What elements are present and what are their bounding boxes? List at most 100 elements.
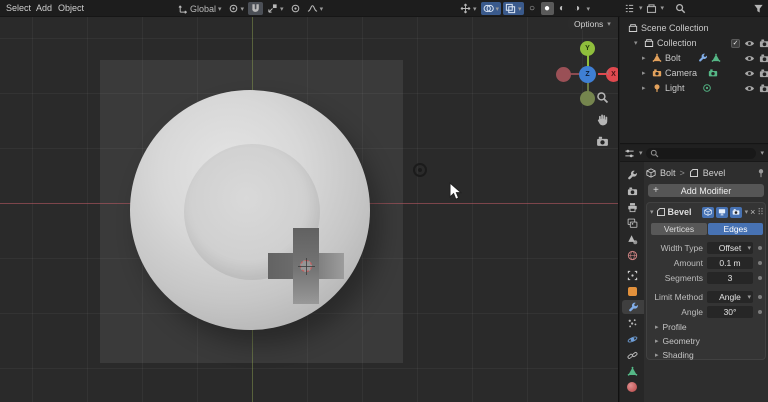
tab-output[interactable] <box>622 200 642 214</box>
pin-icon[interactable] <box>756 168 766 178</box>
gizmo-axis-y-ball[interactable]: Y <box>580 41 595 56</box>
falloff-dropdown[interactable]: ▾ <box>305 2 326 15</box>
tab-particles[interactable] <box>622 316 642 330</box>
edit-mode-display-toggle[interactable] <box>702 207 714 218</box>
show-gizmo-dropdown[interactable]: ▾ <box>458 2 479 15</box>
zoom-tool-icon[interactable] <box>596 91 609 104</box>
menu-object[interactable]: Object <box>52 0 90 17</box>
xray-toggle[interactable]: ▾ <box>503 2 524 15</box>
segments-field[interactable]: 3 <box>707 272 753 284</box>
tab-world[interactable] <box>622 248 642 262</box>
render-display-toggle[interactable] <box>730 207 742 218</box>
angle-row: Angle 30° <box>649 305 765 318</box>
search-icon <box>650 149 659 158</box>
affect-edges-button[interactable]: Edges <box>708 223 763 235</box>
tab-tool[interactable] <box>622 168 642 182</box>
properties-editor-icon[interactable] <box>624 148 635 159</box>
breadcrumb-object[interactable]: Bolt <box>660 168 676 178</box>
width-type-dropdown[interactable]: Offset ▾ <box>707 242 753 254</box>
camera-render-icon[interactable] <box>759 38 768 49</box>
display-mode-icon[interactable] <box>646 3 657 14</box>
show-overlays-toggle[interactable]: ▾ <box>481 2 502 15</box>
magnet-icon <box>250 3 261 14</box>
close-icon[interactable]: × <box>750 207 755 217</box>
plus-icon: + <box>653 185 659 196</box>
camera-view-icon[interactable] <box>596 135 609 148</box>
modifier-name[interactable]: Bevel <box>668 207 692 217</box>
tab-object-properties[interactable] <box>622 284 642 298</box>
camera-render-icon[interactable] <box>759 68 768 79</box>
breadcrumb-modifier[interactable]: Bevel <box>703 168 726 178</box>
outliner-row-bolt[interactable]: ▸ Bolt <box>642 51 721 65</box>
animate-dot[interactable] <box>758 261 762 265</box>
breadcrumb: Bolt > Bevel <box>646 167 766 179</box>
tab-constraints[interactable] <box>622 348 642 362</box>
tab-modifiers[interactable] <box>622 300 644 314</box>
tab-physics[interactable] <box>622 332 642 346</box>
expand-arrow-icon[interactable]: ▸ <box>642 54 649 62</box>
snap-toggle[interactable] <box>248 2 263 15</box>
light-object[interactable] <box>413 163 427 177</box>
snap-with-dropdown[interactable]: ▾ <box>265 2 286 15</box>
gizmo-axis-neg-x-ball[interactable] <box>556 67 571 82</box>
add-modifier-button[interactable]: + Add Modifier <box>648 184 764 197</box>
tab-material[interactable] <box>622 380 642 394</box>
limit-method-dropdown[interactable]: Angle ▾ <box>707 291 753 303</box>
animate-dot[interactable] <box>758 276 762 280</box>
eye-icon[interactable] <box>744 68 755 79</box>
pan-hand-icon[interactable] <box>596 113 609 126</box>
camera-render-icon[interactable] <box>759 53 768 64</box>
eye-icon[interactable] <box>744 83 755 94</box>
shading-material-button[interactable]: ◐ <box>556 2 569 15</box>
expand-arrow-icon[interactable]: ▸ <box>642 84 649 92</box>
expand-arrow-icon[interactable]: ▸ <box>642 69 649 77</box>
realtime-display-toggle[interactable] <box>716 207 728 218</box>
tab-object[interactable] <box>622 268 642 282</box>
outliner-row-collection[interactable]: ▾ Collection <box>634 36 697 50</box>
eye-icon[interactable] <box>744 38 755 49</box>
animate-dot[interactable] <box>758 246 762 250</box>
drag-handle-icon[interactable]: ⠿ <box>757 207 763 218</box>
tab-scene[interactable] <box>622 232 642 246</box>
collection-checkbox[interactable]: ✓ <box>731 39 740 48</box>
sidebar-collapse-arrow[interactable]: ‹ <box>606 67 609 78</box>
bolt-object[interactable] <box>130 90 370 330</box>
shading-solid-button[interactable]: ● <box>541 2 554 15</box>
shading-wireframe-button[interactable]: ○ <box>526 2 539 15</box>
properties-search-input[interactable] <box>646 148 757 159</box>
filter-collection-icon[interactable] <box>624 3 635 14</box>
transform-snap-controls: Global ▾ ▾ ▾ ▾ <box>176 0 325 17</box>
affect-vertices-button[interactable]: Vertices <box>651 223 707 235</box>
proportional-editing-toggle[interactable] <box>288 2 303 15</box>
camera-render-icon[interactable] <box>759 83 768 94</box>
animate-dot[interactable] <box>758 295 762 299</box>
viewport-canvas[interactable]: Options ▾ Y X Z ‹ <box>0 17 619 402</box>
add-modifier-label: Add Modifier <box>681 186 732 196</box>
transform-orientation-dropdown[interactable]: Global ▾ <box>176 2 224 15</box>
collapse-arrow-icon[interactable]: ▾ <box>650 208 654 216</box>
chevron-down-icon: ▾ <box>639 4 643 12</box>
subpanel-geometry[interactable]: ▸ Geometry <box>655 336 700 346</box>
expand-arrow-icon[interactable]: ▾ <box>634 39 641 47</box>
search-icon[interactable] <box>675 3 686 14</box>
pivot-point-dropdown[interactable]: ▾ <box>226 2 247 15</box>
tab-view-layer[interactable] <box>622 216 642 230</box>
angle-field[interactable]: 30° <box>707 306 753 318</box>
tab-render[interactable] <box>622 184 642 198</box>
filter-funnel-icon[interactable] <box>753 3 764 14</box>
options-dropdown[interactable]: Options ▾ <box>568 17 617 30</box>
eye-icon[interactable] <box>744 53 755 64</box>
animate-dot[interactable] <box>758 310 762 314</box>
gizmo-axis-z-ball[interactable]: Z <box>579 66 596 83</box>
mouse-cursor <box>449 182 463 202</box>
outliner-row-camera[interactable]: ▸ Camera <box>642 66 718 80</box>
shading-rendered-button[interactable]: ◑ <box>571 2 584 15</box>
extras-dropdown-icon[interactable]: ▾ <box>745 208 749 216</box>
outliner-row-scene-collection[interactable]: Scene Collection <box>628 21 709 35</box>
amount-field[interactable]: 0.1 m <box>707 257 753 269</box>
chevron-down-icon: ▾ <box>241 5 245 13</box>
subpanel-profile[interactable]: ▸ Profile <box>655 322 687 332</box>
tab-object-data[interactable] <box>622 364 642 378</box>
subpanel-shading[interactable]: ▸ Shading <box>655 350 694 360</box>
outliner-row-light[interactable]: ▸ Light <box>642 81 712 95</box>
